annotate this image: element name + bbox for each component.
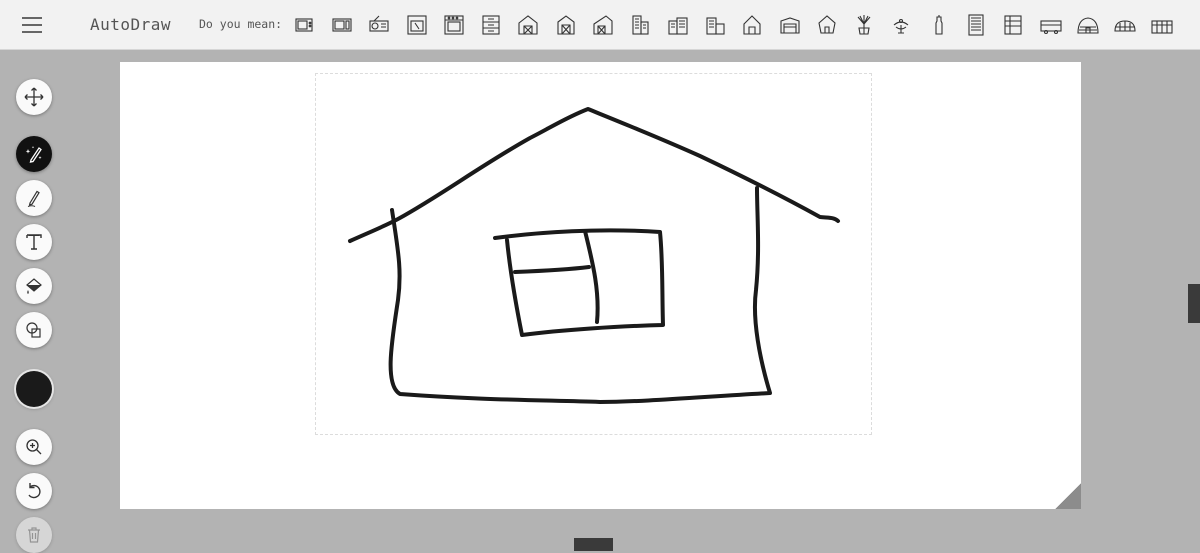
house-icon xyxy=(743,15,761,35)
skyscraper-icon xyxy=(968,14,984,36)
pencil-icon xyxy=(27,190,40,207)
top-bar: AutoDraw Do you mean: xyxy=(0,0,1200,50)
trash-icon xyxy=(28,527,40,543)
bird-plant-icon xyxy=(894,18,909,34)
window-vertical-stroke xyxy=(583,229,600,324)
suggestion-item[interactable] xyxy=(548,10,583,40)
roof-stroke xyxy=(348,107,840,243)
barn-2-icon xyxy=(557,15,575,35)
suggestion-item[interactable] xyxy=(809,10,844,40)
suggestion-item[interactable] xyxy=(623,10,658,40)
hut-icon xyxy=(818,15,836,34)
suggestion-item[interactable] xyxy=(585,10,620,40)
suggestion-item[interactable] xyxy=(1070,10,1105,40)
page-resize-corner[interactable] xyxy=(1055,483,1081,509)
suggestion-item[interactable] xyxy=(399,10,434,40)
zoom-tool-button[interactable] xyxy=(16,429,52,465)
suggestion-item[interactable] xyxy=(958,10,993,40)
suggestion-item[interactable] xyxy=(1033,10,1068,40)
house-drawing xyxy=(348,107,840,404)
suggestion-item[interactable] xyxy=(1145,10,1180,40)
suggestion-item[interactable] xyxy=(884,10,919,40)
suggestion-item[interactable] xyxy=(1108,10,1143,40)
suggestion-item[interactable] xyxy=(436,10,471,40)
bottle-plant-icon xyxy=(935,15,943,35)
suggestion-item[interactable] xyxy=(846,10,881,40)
type-tool-button[interactable] xyxy=(16,224,52,260)
suggestions-label: Do you mean: xyxy=(199,17,283,31)
suggestion-item[interactable] xyxy=(996,10,1031,40)
app-title: AutoDraw xyxy=(90,15,172,34)
greenhouse-icon xyxy=(1151,20,1174,34)
suggestion-item[interactable] xyxy=(287,10,322,40)
move-icon xyxy=(24,87,44,107)
horizontal-scroll-handle[interactable] xyxy=(574,538,613,551)
house-walls-stroke xyxy=(388,186,772,404)
suggestion-item[interactable] xyxy=(473,10,508,40)
radio-icon xyxy=(369,15,389,32)
shape-tool-button[interactable] xyxy=(16,312,52,348)
oven-icon xyxy=(406,15,427,35)
delete-button[interactable] xyxy=(16,517,52,553)
bus-icon xyxy=(1040,20,1062,35)
potted-plant-icon xyxy=(857,15,871,35)
suggestion-item[interactable] xyxy=(921,10,956,40)
color-picker-button[interactable] xyxy=(16,371,52,407)
tv-icon xyxy=(295,18,313,32)
move-tool-button[interactable] xyxy=(16,79,52,115)
suggestion-item[interactable] xyxy=(324,10,359,40)
shape-icon xyxy=(26,322,41,338)
microwave-icon xyxy=(332,18,352,32)
city-block-icon xyxy=(668,17,688,35)
suggestion-item[interactable] xyxy=(660,10,695,40)
autodraw-icon xyxy=(25,146,42,163)
drawing-canvas[interactable] xyxy=(120,62,1081,509)
menu-icon[interactable] xyxy=(22,15,44,35)
autodraw-tool-button[interactable] xyxy=(16,136,52,172)
zoom-in-icon xyxy=(26,439,42,455)
suggestion-item[interactable] xyxy=(697,10,732,40)
window-horizontal-stroke xyxy=(513,265,591,274)
text-icon xyxy=(26,234,42,250)
barn-3-icon xyxy=(593,15,613,35)
suggestion-item[interactable] xyxy=(735,10,770,40)
stove-icon xyxy=(444,15,464,35)
fill-bucket-icon xyxy=(26,278,42,294)
suggestion-item[interactable] xyxy=(362,10,397,40)
undo-icon xyxy=(28,483,41,499)
suggestion-item[interactable] xyxy=(511,10,546,40)
window-frame-stroke xyxy=(493,228,665,337)
suggestion-item[interactable] xyxy=(772,10,807,40)
vertical-scroll-handle[interactable] xyxy=(1188,284,1200,323)
dome-building-icon xyxy=(1114,20,1136,32)
tool-sidebar xyxy=(0,49,70,553)
shed-icon xyxy=(779,17,800,34)
store-icon xyxy=(1004,15,1022,35)
apartment-building-icon xyxy=(632,15,649,35)
suggestions-list xyxy=(287,10,1180,40)
fill-tool-button[interactable] xyxy=(16,268,52,304)
barn-icon xyxy=(518,15,538,35)
cabinet-icon xyxy=(482,15,500,35)
igloo-icon xyxy=(1077,17,1099,34)
draw-tool-button[interactable] xyxy=(16,180,52,216)
undo-button[interactable] xyxy=(16,473,52,509)
townhouse-icon xyxy=(706,17,725,35)
